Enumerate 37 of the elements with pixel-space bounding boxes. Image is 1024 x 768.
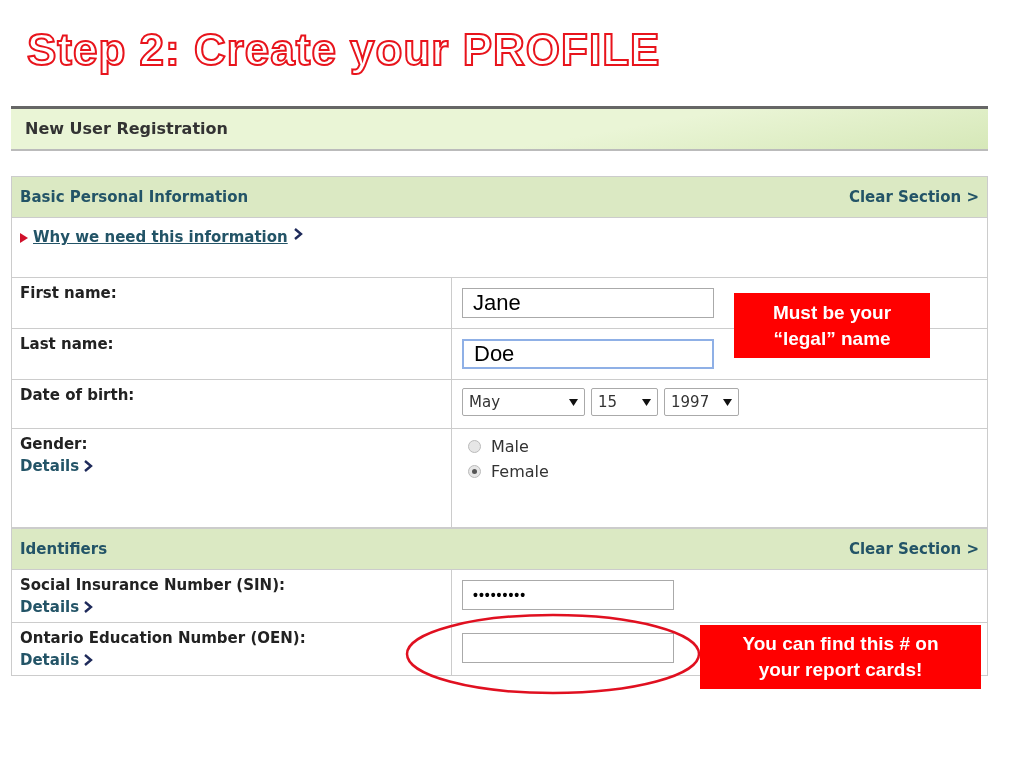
slide-title: Step 2: Create your PROFILE <box>27 24 661 77</box>
input-field[interactable] <box>462 633 674 663</box>
chevron-icon <box>83 654 94 666</box>
field-label: Date of birth: <box>20 386 135 404</box>
input-field[interactable]: Doe <box>462 339 714 369</box>
caret-icon <box>569 398 578 406</box>
input-field[interactable]: Jane <box>462 288 714 318</box>
details-link[interactable]: Details <box>20 457 94 475</box>
field-label: Ontario Education Number (OEN): <box>20 629 306 647</box>
callout-note: Must be your “legal” name <box>734 293 930 358</box>
caret-icon <box>723 398 732 406</box>
radio-label: Female <box>491 462 549 481</box>
info-link[interactable]: Why we need this information <box>33 228 288 246</box>
clear-section-link[interactable]: Clear Section > <box>848 540 979 558</box>
radio-button[interactable] <box>468 440 481 453</box>
chevron-icon <box>83 601 94 613</box>
section-title: Identifiers <box>20 540 108 558</box>
field-label: Gender: <box>20 435 88 453</box>
details-link[interactable]: Details <box>20 598 94 616</box>
caret-icon <box>642 398 651 406</box>
chevron-icon <box>292 228 303 240</box>
field-label: First name: <box>20 284 117 302</box>
dropdown[interactable]: 15 <box>591 388 658 416</box>
dropdown[interactable]: 1997 <box>664 388 739 416</box>
input-field[interactable]: ••••••••• <box>462 580 674 610</box>
dropdown[interactable]: May <box>462 388 585 416</box>
chevron-icon <box>83 460 94 472</box>
section-title: Basic Personal Information <box>20 188 249 206</box>
triangle-icon <box>20 233 28 243</box>
field-label: Social Insurance Number (SIN): <box>20 576 286 594</box>
page-header: New User Registration <box>11 106 988 151</box>
field-label: Last name: <box>20 335 114 353</box>
details-link[interactable]: Details <box>20 651 94 669</box>
clear-section-link[interactable]: Clear Section > <box>848 188 979 206</box>
radio-button[interactable] <box>468 465 481 478</box>
callout-note: You can find this # on your report cards! <box>700 625 981 689</box>
radio-label: Male <box>491 437 529 456</box>
